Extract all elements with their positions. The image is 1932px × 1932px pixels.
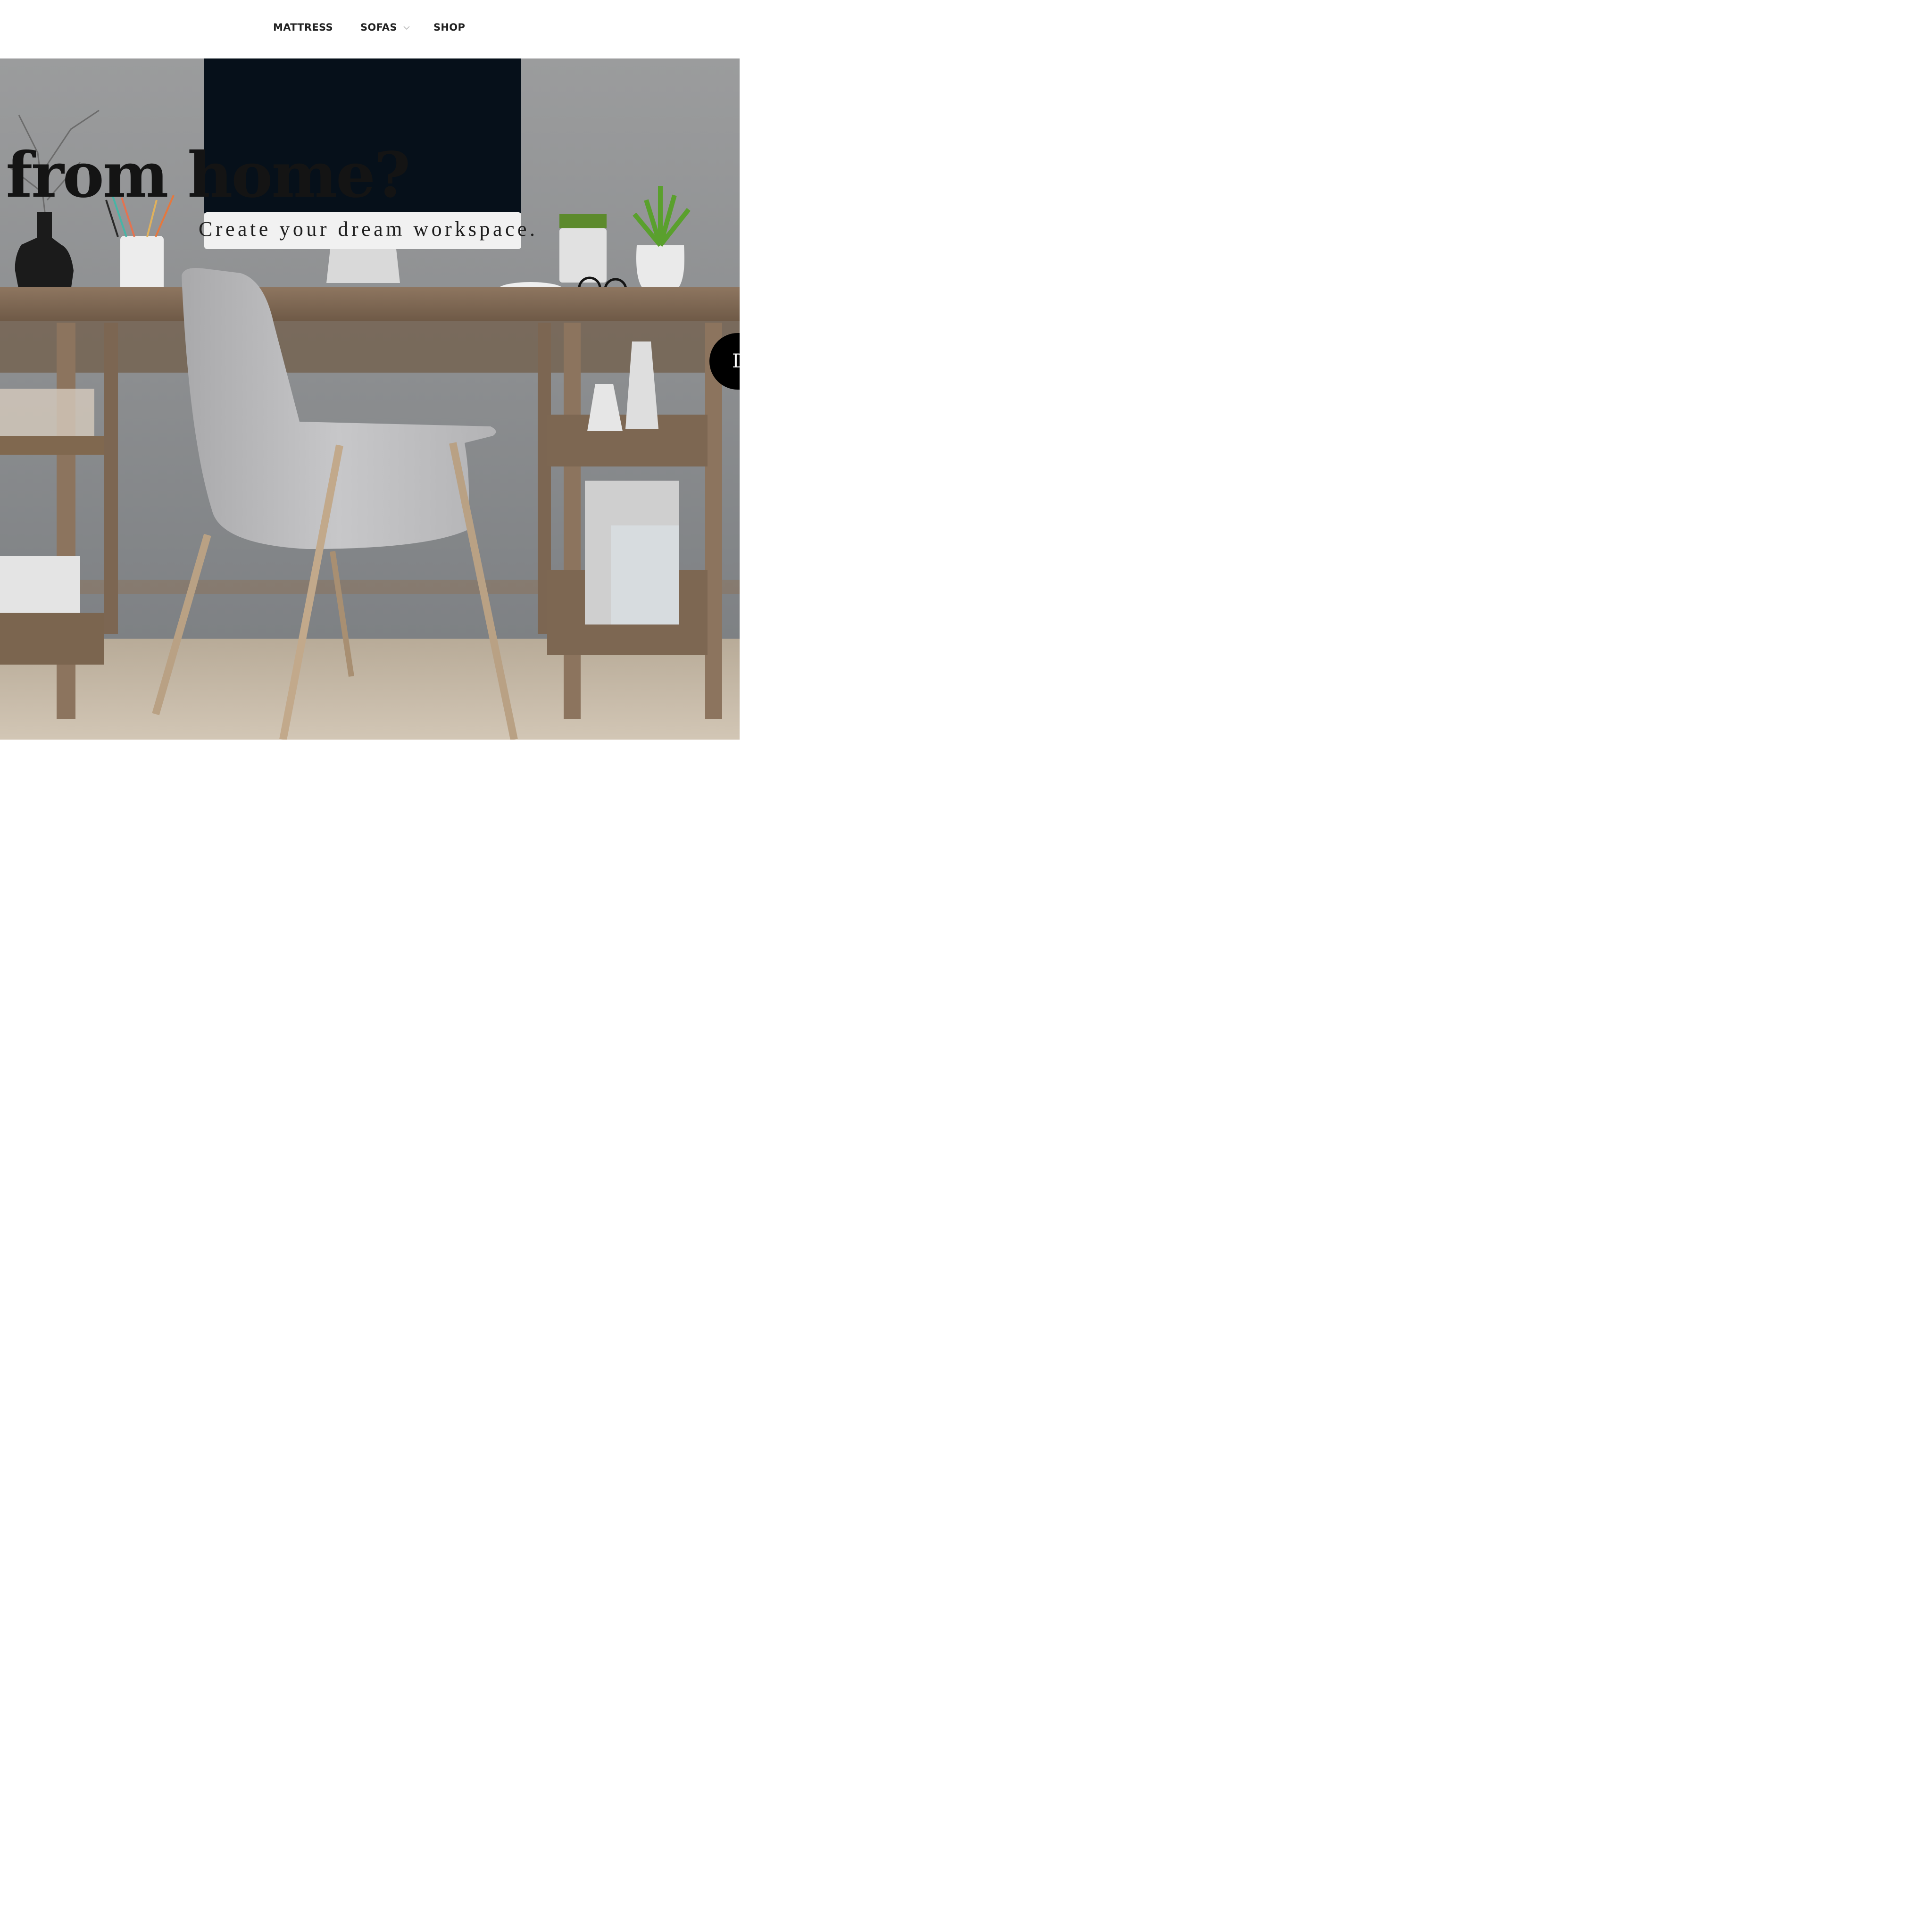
hero-subheadline: Create your dream workspace.	[199, 217, 538, 241]
page: MATTRESS SOFAS SHOP from home? Create yo…	[0, 0, 740, 740]
nav-item-label: MATTRESS	[273, 22, 333, 33]
nav-item-shop[interactable]: SHOP	[433, 19, 465, 36]
chevron-down-icon	[403, 26, 410, 30]
main-nav: MATTRESS SOFAS SHOP	[0, 19, 740, 36]
hero-cta-label: D	[732, 351, 740, 372]
nav-item-sofas[interactable]: SOFAS	[360, 19, 410, 36]
hero-banner: ing from home? Create your dream workspa…	[0, 58, 740, 740]
nav-item-label: SOFAS	[360, 22, 397, 33]
hero-headline: ing from home?	[0, 139, 410, 212]
nav-item-label: SHOP	[433, 22, 466, 33]
nav-item-mattress[interactable]: MATTRESS	[273, 19, 333, 36]
site-header: MATTRESS SOFAS SHOP	[0, 0, 740, 58]
